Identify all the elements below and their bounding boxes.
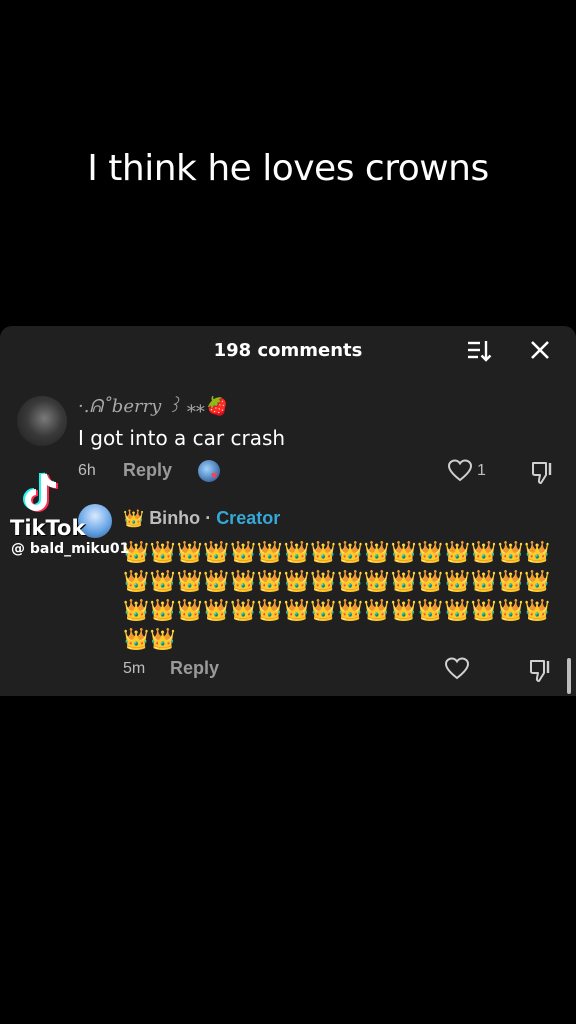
dislike-icon[interactable] bbox=[530, 459, 556, 490]
creator-name-row[interactable]: 👑 Binho · Creator bbox=[123, 508, 280, 529]
crown-emoji-comment: 👑👑👑👑👑👑👑👑👑👑👑👑👑👑👑👑👑👑👑👑👑👑👑👑👑👑👑👑👑👑👑👑👑👑👑👑👑👑👑👑… bbox=[123, 541, 551, 651]
crown-badge-icon: 👑 bbox=[123, 509, 145, 528]
like-count: 1 bbox=[477, 462, 486, 479]
scrollbar[interactable] bbox=[567, 658, 571, 694]
tiktok-watermark-brand: TikTok bbox=[10, 516, 86, 540]
comment-text: I got into a car crash bbox=[78, 426, 286, 450]
comment-username[interactable]: ·.ᕱ˚berry ꒱ ⁎⁎🍓 bbox=[78, 394, 227, 417]
comment-timestamp: 5m bbox=[123, 660, 146, 677]
tiktok-watermark-handle: @ bald_miku01 bbox=[11, 541, 130, 557]
reply-button[interactable]: Reply bbox=[170, 658, 219, 679]
commenter-avatar[interactable] bbox=[17, 396, 67, 446]
close-icon[interactable] bbox=[528, 338, 552, 367]
video-caption: I think he loves crowns bbox=[87, 148, 489, 189]
creator-username[interactable]: Binho bbox=[149, 508, 200, 528]
tiktok-logo-icon bbox=[22, 470, 66, 521]
heart-icon[interactable] bbox=[444, 657, 470, 686]
comment-timestamp: 6h bbox=[78, 462, 96, 479]
comments-panel: 198 comments ·.ᕱ˚berry ꒱ ⁎⁎🍓 I got into … bbox=[0, 326, 576, 696]
name-separator: · bbox=[200, 508, 217, 528]
sort-icon[interactable] bbox=[466, 338, 492, 369]
dislike-icon[interactable] bbox=[528, 657, 554, 688]
reply-button[interactable]: Reply bbox=[123, 460, 172, 481]
creator-label: Creator bbox=[216, 508, 281, 528]
heart-icon[interactable] bbox=[447, 459, 473, 488]
creator-liked-heart-icon: ♥ bbox=[211, 470, 218, 482]
